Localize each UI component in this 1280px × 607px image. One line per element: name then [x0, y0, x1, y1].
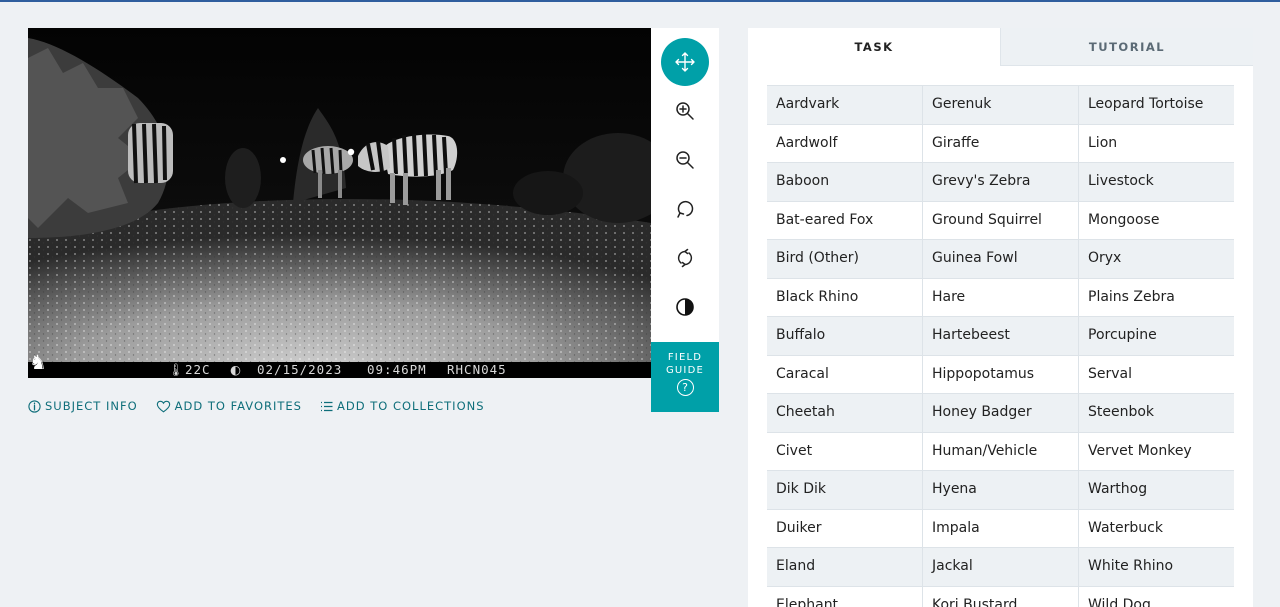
stamp-temperature: 22C [185, 362, 211, 377]
reset-icon [677, 248, 693, 268]
species-choice-button[interactable]: Plains Zebra [1079, 279, 1234, 317]
list-icon [321, 401, 333, 411]
species-choice-button[interactable]: Jackal [923, 548, 1079, 586]
choice-row: Buffalo Hartebeest Porcupine [767, 317, 1234, 356]
tab-tutorial[interactable]: TUTORIAL [1000, 28, 1253, 66]
species-choice-button[interactable]: Aardwolf [767, 124, 923, 162]
zoom-out-icon [676, 151, 694, 169]
move-button[interactable] [661, 38, 709, 86]
heart-icon [156, 400, 170, 412]
field-guide-label: FIELD GUIDE [665, 352, 705, 376]
species-choice-button[interactable]: Kori Bustard [923, 586, 1079, 607]
choice-row: Caracal Hippopotamus Serval [767, 355, 1234, 394]
species-choice-button[interactable]: Lion [1079, 125, 1234, 163]
subject-info-label: SUBJECT INFO [45, 399, 138, 413]
choice-row: Dik Dik Hyena Warthog [767, 471, 1234, 510]
species-choice-button[interactable]: Impala [923, 509, 1079, 547]
subject-meta-actions: SUBJECT INFO ADD TO FAVORITES ADD TO COL… [28, 398, 503, 414]
reset-button[interactable] [661, 234, 709, 282]
species-choice-button[interactable]: Waterbuck [1079, 510, 1234, 548]
night-camera-scene [28, 28, 651, 378]
trail-camera-logo-icon: ♞ [29, 350, 48, 374]
species-choice-button[interactable]: Honey Badger [923, 394, 1079, 432]
image-toolbar [651, 28, 719, 342]
rotate-icon [677, 200, 694, 218]
species-choice-button[interactable]: Dik Dik [767, 471, 923, 509]
species-choice-button[interactable]: Aardvark [767, 86, 923, 124]
species-choice-button[interactable]: Oryx [1079, 240, 1234, 278]
move-icon [675, 52, 695, 72]
choice-row: Baboon Grevy's Zebra Livestock [767, 163, 1234, 202]
species-choice-button[interactable]: Giraffe [923, 124, 1079, 162]
add-to-favorites-link[interactable]: ADD TO FAVORITES [156, 399, 302, 413]
panel-tabs: TASK TUTORIAL [748, 28, 1253, 66]
species-choice-button[interactable]: Eland [767, 548, 923, 586]
field-guide-button[interactable]: FIELD GUIDE ? [651, 342, 719, 412]
species-choice-button[interactable]: Duiker [767, 509, 923, 547]
camera-data-strip: ♞ 🌡︎ 22C ◐ 02/15/2023 09:46PM RHCN045 [28, 350, 651, 378]
invert-button[interactable] [661, 283, 709, 331]
stamp-date: 02/15/2023 [257, 362, 343, 377]
species-choice-button[interactable]: Mongoose [1079, 202, 1234, 240]
choice-row: Aardvark Gerenuk Leopard Tortoise [767, 86, 1234, 125]
species-choice-button[interactable]: Ground Squirrel [923, 201, 1079, 239]
subject-info-link[interactable]: SUBJECT INFO [28, 399, 138, 413]
add-to-collections-label: ADD TO COLLECTIONS [337, 399, 485, 413]
species-choice-button[interactable]: Baboon [767, 163, 923, 201]
choice-row: Cheetah Honey Badger Steenbok [767, 394, 1234, 433]
species-choice-button[interactable]: Leopard Tortoise [1079, 86, 1234, 124]
choice-row: Black Rhino Hare Plains Zebra [767, 278, 1234, 317]
choice-row: Elephant Kori Bustard Wild Dog [767, 586, 1234, 607]
classifier-panel: TASK TUTORIAL Aardvark Gerenuk Leopard Tor… [748, 28, 1253, 607]
stamp-time: 09:46PM [367, 362, 427, 377]
choice-row: Eland Jackal White Rhino [767, 548, 1234, 587]
species-choice-button[interactable]: Hippopotamus [923, 355, 1079, 393]
species-choice-button[interactable]: Steenbok [1079, 394, 1234, 432]
species-choice-button[interactable]: White Rhino [1079, 548, 1234, 586]
species-choice-button[interactable]: Hyena [923, 471, 1079, 509]
choice-row: Duiker Impala Waterbuck [767, 509, 1234, 548]
species-choice-button[interactable]: Grevy's Zebra [923, 163, 1079, 201]
rotate-button[interactable] [661, 185, 709, 233]
zoom-in-button[interactable] [661, 87, 709, 135]
species-choice-button[interactable]: Bat-eared Fox [767, 201, 923, 239]
species-choice-button[interactable]: Black Rhino [767, 278, 923, 316]
species-choice-button[interactable]: Guinea Fowl [923, 240, 1079, 278]
thermometer-icon: 🌡︎ [168, 362, 185, 377]
add-to-favorites-label: ADD TO FAVORITES [174, 399, 302, 413]
species-choice-button[interactable]: Elephant [767, 586, 923, 607]
species-choice-button[interactable]: Human/Vehicle [923, 432, 1079, 470]
zoom-in-icon [676, 102, 694, 120]
subject-image[interactable]: ♞ 🌡︎ 22C ◐ 02/15/2023 09:46PM RHCN045 [28, 28, 651, 378]
species-choice-button[interactable]: Hartebeest [923, 317, 1079, 355]
choice-row: Civet Human/Vehicle Vervet Monkey [767, 432, 1234, 471]
info-icon [28, 399, 41, 413]
species-choice-button[interactable]: Cheetah [767, 394, 923, 432]
stamp-camera-id: RHCN045 [447, 362, 507, 377]
help-icon: ? [676, 379, 694, 396]
species-choice-button[interactable]: Warthog [1079, 471, 1234, 509]
choice-row: Bat-eared Fox Ground Squirrel Mongoose [767, 201, 1234, 240]
species-choice-button[interactable]: Buffalo [767, 317, 923, 355]
tab-task[interactable]: TASK [748, 28, 1000, 66]
species-choice-button[interactable]: Livestock [1079, 163, 1234, 201]
species-choice-button[interactable]: Hare [923, 278, 1079, 316]
species-choice-button[interactable]: Wild Dog [1079, 587, 1234, 607]
species-choice-grid: Aardvark Gerenuk Leopard Tortoise Aardwolf G… [767, 85, 1234, 607]
contrast-icon [676, 298, 694, 316]
species-choice-button[interactable]: Serval [1079, 356, 1234, 394]
zebra-left [128, 123, 173, 184]
species-choice-button[interactable]: Gerenuk [923, 86, 1079, 124]
top-border [0, 0, 1280, 2]
choice-row: Aardwolf Giraffe Lion [767, 124, 1234, 163]
species-choice-button[interactable]: Porcupine [1079, 317, 1234, 355]
choice-row: Bird (Other) Guinea Fowl Oryx [767, 240, 1234, 279]
species-choice-button[interactable]: Caracal [767, 355, 923, 393]
moon-phase-icon: ◐ [230, 362, 242, 377]
species-choice-button[interactable]: Civet [767, 432, 923, 470]
add-to-collections-link[interactable]: ADD TO COLLECTIONS [320, 399, 485, 413]
species-choice-button[interactable]: Vervet Monkey [1079, 433, 1234, 471]
zoom-out-button[interactable] [661, 136, 709, 184]
species-choice-button[interactable]: Bird (Other) [767, 240, 923, 278]
